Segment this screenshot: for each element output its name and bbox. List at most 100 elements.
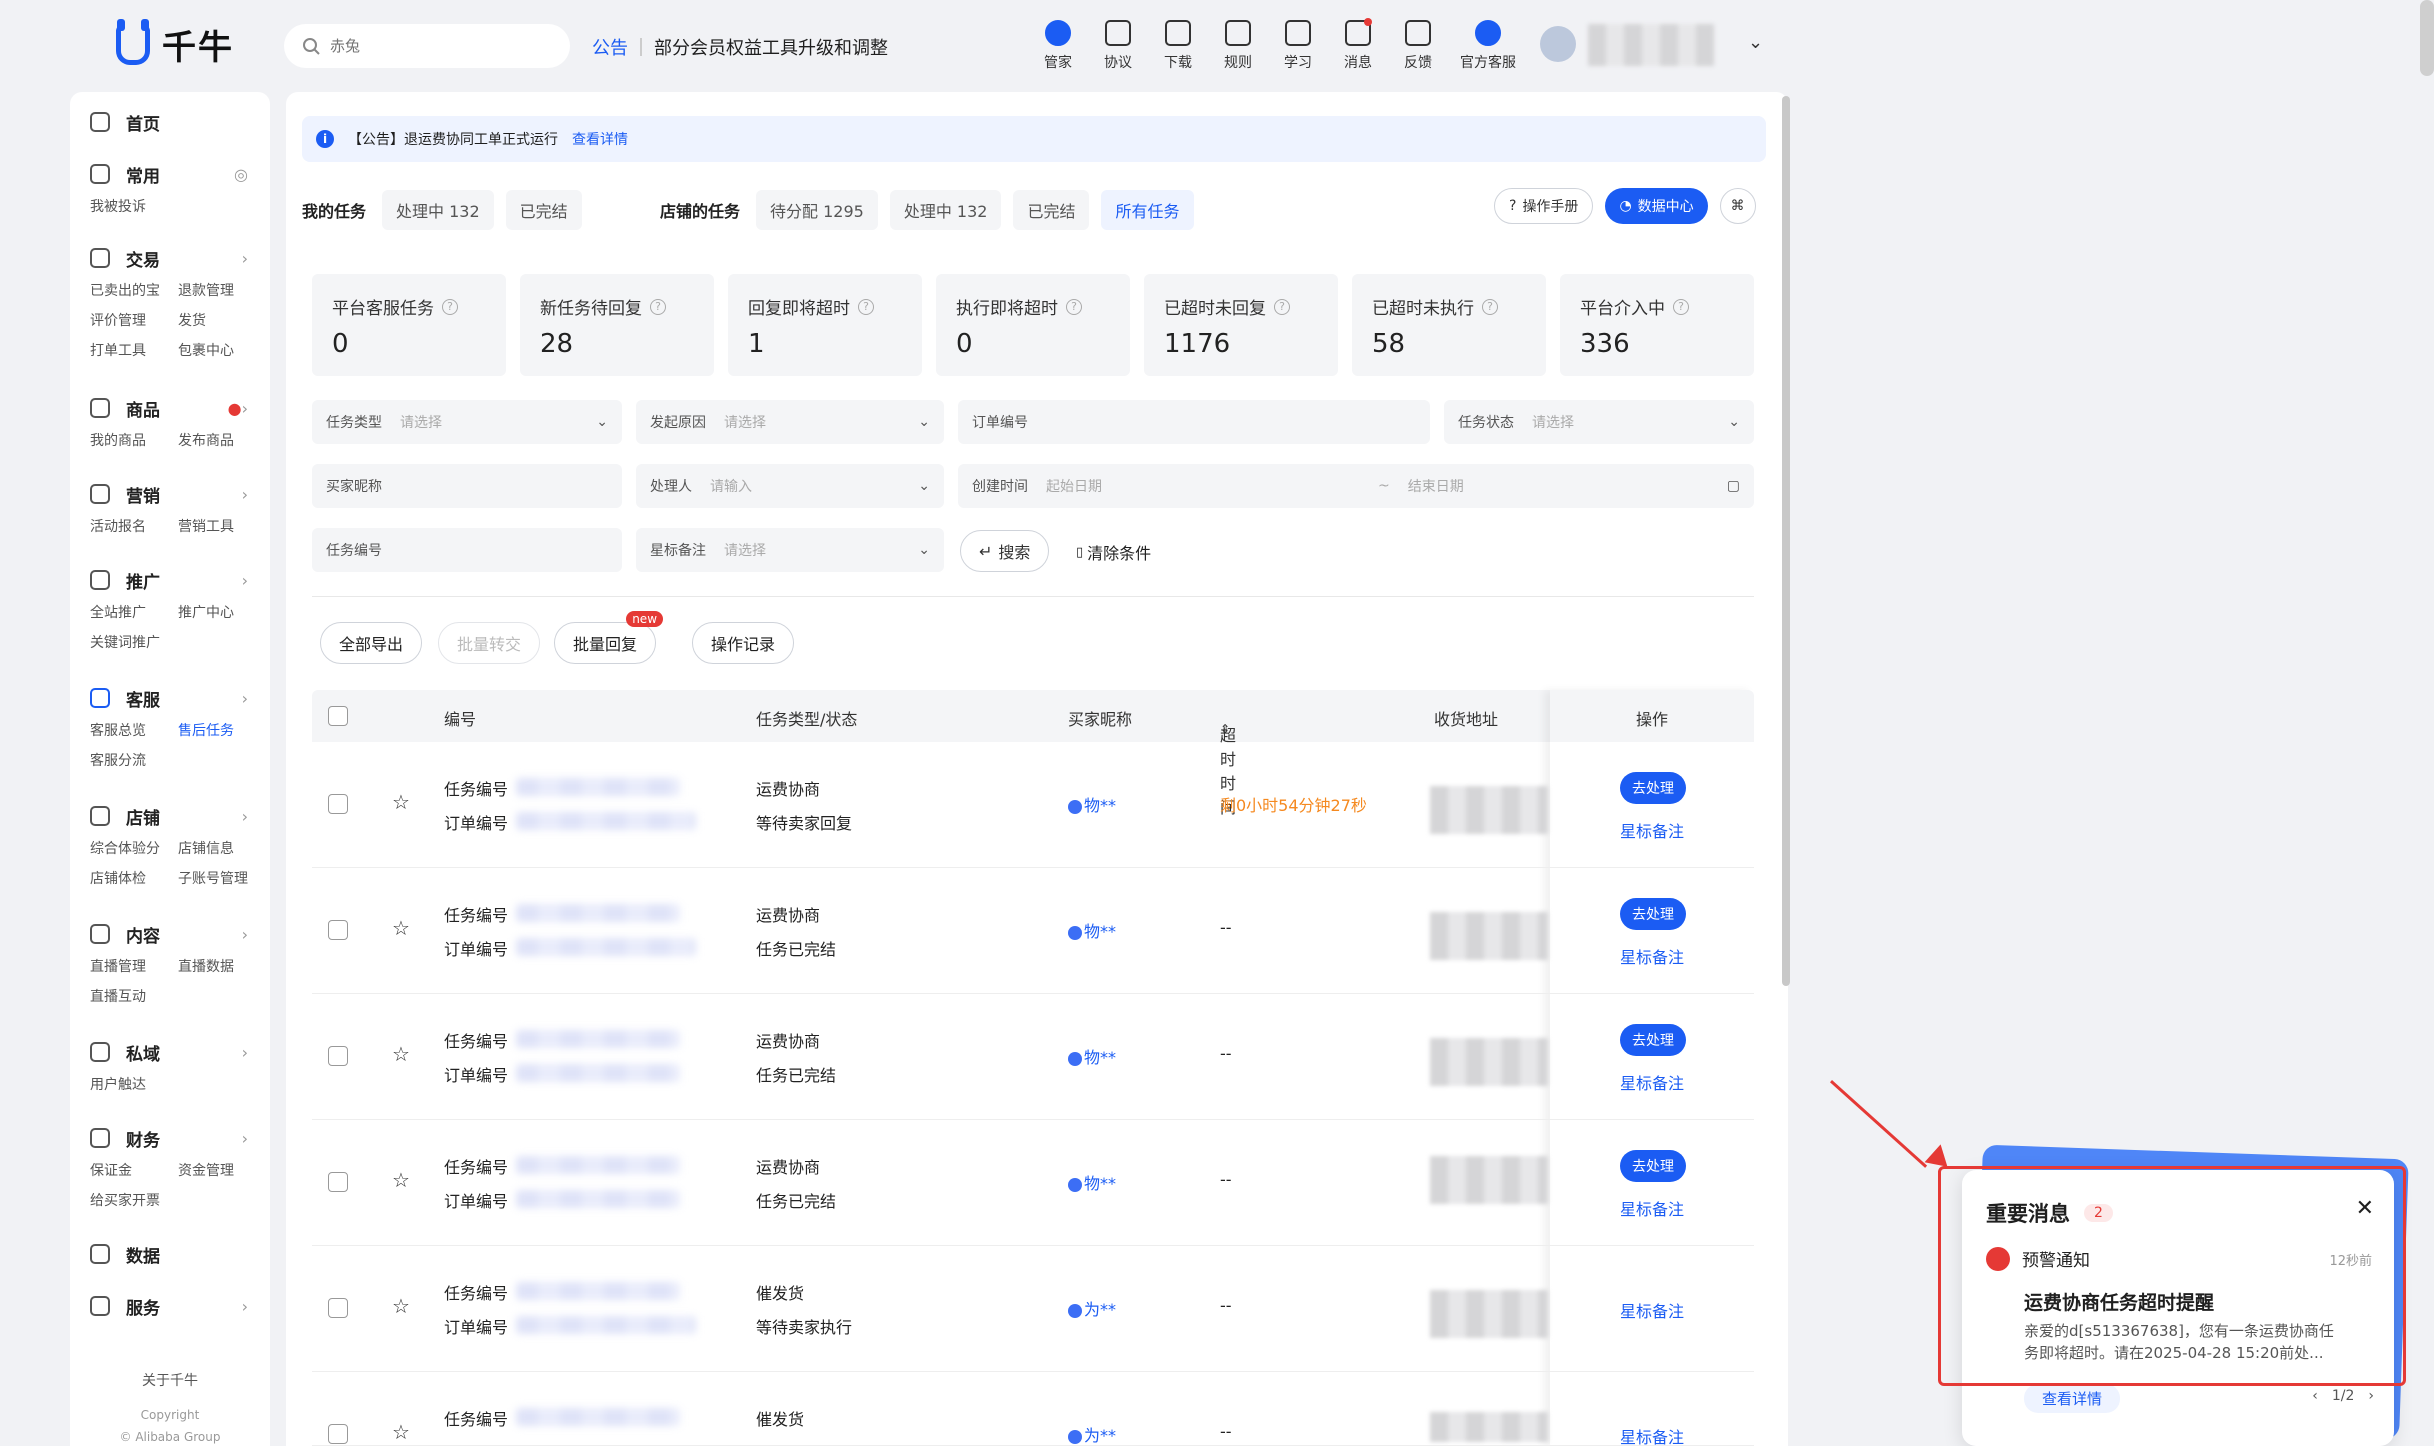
- sidebar-subitem[interactable]: 打单工具: [90, 340, 178, 360]
- sidebar-item-goods[interactable]: 商品 ●›: [70, 392, 270, 424]
- task-no-blurred[interactable]: [516, 904, 680, 922]
- sidebar-subitem[interactable]: 退款管理: [178, 280, 266, 300]
- date-end[interactable]: 结束日期: [1408, 476, 1464, 496]
- export-all-button[interactable]: 全部导出: [320, 622, 423, 664]
- order-no-blurred[interactable]: [516, 1316, 696, 1334]
- sidebar-subitem-active[interactable]: 售后任务: [178, 720, 266, 740]
- reason-select[interactable]: 发起原因 请选择 ⌄: [636, 400, 944, 444]
- sidebar-subitem[interactable]: 子账号管理: [178, 868, 266, 888]
- star-icon[interactable]: ☆: [392, 1168, 410, 1192]
- sidebar-subitem[interactable]: 营销工具: [178, 516, 266, 536]
- window-scrollbar[interactable]: [2420, 0, 2434, 76]
- star-note-link[interactable]: 星标备注: [1620, 1196, 1684, 1220]
- buyer-nick[interactable]: 物**: [1068, 1044, 1116, 1068]
- sidebar-subitem[interactable]: 综合体验分: [90, 838, 178, 858]
- sidebar-subitem[interactable]: 客服分流: [90, 750, 178, 770]
- buyer-nick[interactable]: 物**: [1068, 1170, 1116, 1194]
- task-no-blurred[interactable]: [516, 1156, 680, 1174]
- sidebar-subitem[interactable]: 客服总览: [90, 720, 178, 740]
- sidebar-item-content[interactable]: 内容 ›: [70, 918, 270, 950]
- buyer-nick[interactable]: 为**: [1068, 1422, 1116, 1445]
- sidebar-subitem[interactable]: 评价管理: [90, 310, 178, 330]
- main-scrollbar[interactable]: [1782, 96, 1790, 986]
- star-note-select[interactable]: 星标备注 请选择 ⌄: [636, 528, 944, 572]
- order-no-blurred[interactable]: [516, 1190, 680, 1208]
- datacenter-button[interactable]: ◔ 数据中心: [1605, 188, 1708, 224]
- more-button[interactable]: ⌘: [1719, 188, 1756, 224]
- go-handle-button[interactable]: 去处理: [1620, 898, 1686, 930]
- stat-card[interactable]: 平台介入中? 336: [1560, 274, 1754, 376]
- popup-detail-link[interactable]: 查看详情: [2024, 1384, 2121, 1413]
- sidebar-subitem[interactable]: 我被投诉: [90, 196, 178, 216]
- star-note-link[interactable]: 星标备注: [1620, 818, 1684, 842]
- star-note-link[interactable]: 星标备注: [1620, 944, 1684, 968]
- row-checkbox[interactable]: [328, 1298, 348, 1318]
- sidebar-subitem[interactable]: 包裹中心: [178, 340, 266, 360]
- settings-icon[interactable]: ◎: [234, 165, 248, 184]
- tab-shop-processing[interactable]: 处理中 132: [889, 190, 1002, 230]
- handler-select[interactable]: 处理人 请输入 ⌄: [636, 464, 944, 508]
- search-box[interactable]: [284, 24, 570, 68]
- go-handle-button[interactable]: 去处理: [1620, 1024, 1686, 1056]
- sidebar-subitem[interactable]: 全站推广: [90, 602, 178, 622]
- row-checkbox[interactable]: [328, 1172, 348, 1192]
- sidebar-subitem[interactable]: 资金管理: [178, 1160, 266, 1180]
- task-number-input[interactable]: 任务编号: [312, 528, 622, 572]
- manual-button[interactable]: ? 操作手册: [1494, 188, 1594, 224]
- sidebar-item-data[interactable]: 数据: [70, 1238, 270, 1270]
- notice-tag[interactable]: 公告: [592, 34, 628, 60]
- stat-card[interactable]: 执行即将超时? 0: [936, 274, 1130, 376]
- sidebar-subitem[interactable]: 关键词推广: [90, 632, 178, 652]
- tool-learn[interactable]: 学习: [1268, 20, 1328, 72]
- question-icon[interactable]: ?: [858, 298, 874, 315]
- search-button[interactable]: ↵ 搜索: [960, 530, 1050, 572]
- row-checkbox[interactable]: [328, 1046, 348, 1066]
- task-no-blurred[interactable]: [516, 778, 680, 796]
- star-icon[interactable]: ☆: [392, 1294, 410, 1318]
- tab-my-done[interactable]: 已完结: [505, 190, 582, 230]
- stat-card[interactable]: 新任务待回复? 28: [520, 274, 714, 376]
- star-icon[interactable]: ☆: [392, 916, 410, 940]
- stat-card[interactable]: 回复即将超时? 1: [728, 274, 922, 376]
- sidebar-item-common[interactable]: 常用 ◎: [70, 158, 270, 190]
- sidebar-subitem[interactable]: 推广中心: [178, 602, 266, 622]
- question-icon[interactable]: ?: [1482, 298, 1498, 315]
- sidebar-subitem[interactable]: 店铺信息: [178, 838, 266, 858]
- tool-butler[interactable]: 管家: [1028, 20, 1088, 72]
- task-no-blurred[interactable]: [516, 1282, 680, 1300]
- operation-log-button[interactable]: 操作记录: [692, 622, 795, 664]
- clear-filters-button[interactable]: ▯ 清除条件: [1076, 540, 1151, 564]
- sidebar-subitem[interactable]: 直播互动: [90, 986, 178, 1006]
- sidebar-subitem[interactable]: 活动报名: [90, 516, 178, 536]
- sidebar-subitem[interactable]: 发货: [178, 310, 266, 330]
- stat-card[interactable]: 已超时未执行? 58: [1352, 274, 1546, 376]
- star-note-link[interactable]: 星标备注: [1620, 1424, 1684, 1445]
- order-no-blurred[interactable]: [516, 938, 696, 956]
- batch-transfer-button[interactable]: 批量转交: [438, 622, 541, 664]
- sidebar-subitem[interactable]: 直播数据: [178, 956, 266, 976]
- stat-card[interactable]: 平台客服任务? 0: [312, 274, 506, 376]
- question-icon[interactable]: ?: [650, 298, 666, 315]
- created-date-range[interactable]: 创建时间 起始日期 ~ 结束日期 ▢: [958, 464, 1754, 508]
- task-type-select[interactable]: 任务类型 请选择 ⌄: [312, 400, 622, 444]
- stat-card[interactable]: 已超时未回复? 1176: [1144, 274, 1338, 376]
- tool-download[interactable]: 下载: [1148, 20, 1208, 72]
- sidebar-item-private[interactable]: 私域 ›: [70, 1036, 270, 1068]
- username-blurred[interactable]: [1588, 24, 1714, 66]
- sidebar-subitem[interactable]: 给买家开票: [90, 1190, 178, 1210]
- task-status-select[interactable]: 任务状态 请选择 ⌄: [1444, 400, 1754, 444]
- sidebar-item-services[interactable]: 服务 ›: [70, 1290, 270, 1322]
- tab-shop-all[interactable]: 所有任务: [1101, 190, 1194, 230]
- question-icon[interactable]: ?: [442, 298, 458, 315]
- star-icon[interactable]: ☆: [392, 790, 410, 814]
- search-input[interactable]: [330, 37, 530, 55]
- sidebar-subitem[interactable]: 发布商品: [178, 430, 266, 450]
- tool-agreement[interactable]: 协议: [1088, 20, 1148, 72]
- star-note-link[interactable]: 星标备注: [1620, 1298, 1684, 1322]
- about-link[interactable]: 关于千牛: [70, 1370, 270, 1390]
- avatar[interactable]: [1540, 26, 1576, 62]
- tab-my-processing[interactable]: 处理中 132: [382, 190, 494, 230]
- sidebar-item-marketing[interactable]: 营销 ›: [70, 478, 270, 510]
- batch-reply-button[interactable]: 批量回复 new: [554, 611, 664, 664]
- date-start[interactable]: 起始日期: [1046, 476, 1102, 496]
